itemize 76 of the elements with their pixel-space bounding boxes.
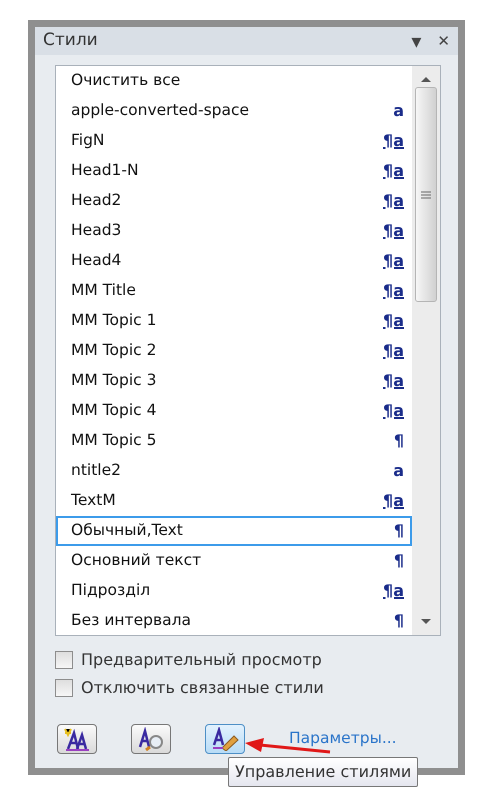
style-type-mark: ¶ (394, 520, 404, 542)
style-item[interactable]: Head3 ¶a (56, 216, 412, 246)
scroll-up-icon[interactable] (420, 75, 432, 83)
style-name: MM Topic 3 (71, 370, 156, 392)
toolbar-button[interactable] (131, 724, 171, 754)
style-item[interactable]: ntitle2 a (56, 456, 412, 486)
style-type-mark: ¶a (383, 580, 404, 602)
style-type-mark: ¶ (394, 550, 404, 572)
checkbox-label: Отключить связанные стили (81, 677, 324, 699)
style-name: ntitle2 (71, 460, 121, 482)
style-type-mark: ¶a (383, 310, 404, 332)
scroll-down-icon[interactable] (420, 618, 432, 626)
style-item[interactable]: MM Topic 2 ¶a (56, 336, 412, 366)
style-type-mark: ¶a (383, 490, 404, 512)
style-name: TextM (71, 490, 116, 512)
style-type-mark: ¶a (383, 190, 404, 212)
style-item[interactable]: MM Title ¶a (56, 276, 412, 306)
style-name: Head4 (71, 250, 122, 272)
style-type-mark: ¶a (383, 160, 404, 182)
style-type-mark: ¶a (383, 340, 404, 362)
style-item[interactable]: FigN ¶a (56, 126, 412, 156)
style-item[interactable]: Очистить все (56, 66, 412, 96)
pane-title: Стили (43, 29, 98, 52)
style-type-mark: ¶a (383, 280, 404, 302)
style-type-mark: ¶a (383, 250, 404, 272)
checkbox[interactable] (55, 679, 73, 697)
style-type-mark: ¶a (383, 130, 404, 152)
style-item[interactable]: TextM ¶a (56, 486, 412, 516)
style-name: Head3 (71, 220, 122, 242)
style-type-mark: ¶a (383, 400, 404, 422)
style-name: Head1-N (71, 160, 139, 182)
style-type-mark: ¶ (394, 430, 404, 452)
style-item[interactable]: Підрозділ ¶a (56, 576, 412, 606)
style-item[interactable]: Head1-N ¶a (56, 156, 412, 186)
style-name: MM Topic 5 (71, 430, 156, 452)
style-item[interactable]: Обычный,Text ¶ (56, 516, 412, 546)
style-item[interactable]: MM Topic 3 ¶a (56, 366, 412, 396)
style-name: Підрозділ (71, 580, 150, 602)
style-name: MM Topic 2 (71, 340, 156, 362)
style-name: Head2 (71, 190, 122, 212)
style-name: apple-converted-space (71, 100, 250, 122)
style-inspector-icon (136, 727, 166, 751)
style-item[interactable]: Head2 ¶a (56, 186, 412, 216)
new-style-icon (62, 727, 92, 751)
toolbar-button[interactable] (57, 724, 97, 754)
style-type-mark: ¶ (394, 610, 404, 632)
options-link[interactable]: Параметры... (289, 727, 397, 751)
checkbox-label: Предварительный просмотр (81, 649, 322, 671)
menu-dropdown-button[interactable]: ▾ (411, 31, 422, 51)
toolbar-button[interactable] (205, 724, 245, 754)
style-name: Без интервала (71, 610, 191, 632)
grip-icon (421, 190, 431, 198)
style-name: FigN (71, 130, 105, 152)
style-type-mark: a (393, 100, 404, 122)
style-item[interactable]: MM Topic 1 ¶a (56, 306, 412, 336)
style-name: MM Topic 4 (71, 400, 156, 422)
style-name: Очистить все (71, 70, 180, 92)
style-item[interactable]: apple-converted-space a (56, 96, 412, 126)
style-name: MM Title (71, 280, 136, 302)
style-item[interactable]: Без интервала ¶ (56, 606, 412, 636)
style-type-mark: ¶a (383, 220, 404, 242)
style-name: MM Topic 1 (71, 310, 156, 332)
style-item[interactable]: Head4 ¶a (56, 246, 412, 276)
style-name: Основний текст (71, 550, 202, 572)
close-button[interactable]: ✕ (437, 34, 450, 48)
style-item[interactable]: MM Topic 5 ¶ (56, 426, 412, 456)
style-name: Обычный,Text (71, 520, 183, 542)
tooltip: Управление стилями (228, 757, 418, 787)
manage-styles-icon (210, 727, 240, 751)
style-item[interactable]: MM Topic 4 ¶a (56, 396, 412, 426)
style-item[interactable]: Основний текст ¶ (56, 546, 412, 576)
scrollbar[interactable] (412, 66, 440, 635)
style-type-mark: ¶a (383, 370, 404, 392)
scroll-thumb[interactable] (415, 87, 437, 302)
checkbox[interactable] (55, 651, 73, 669)
style-type-mark: a (393, 460, 404, 482)
